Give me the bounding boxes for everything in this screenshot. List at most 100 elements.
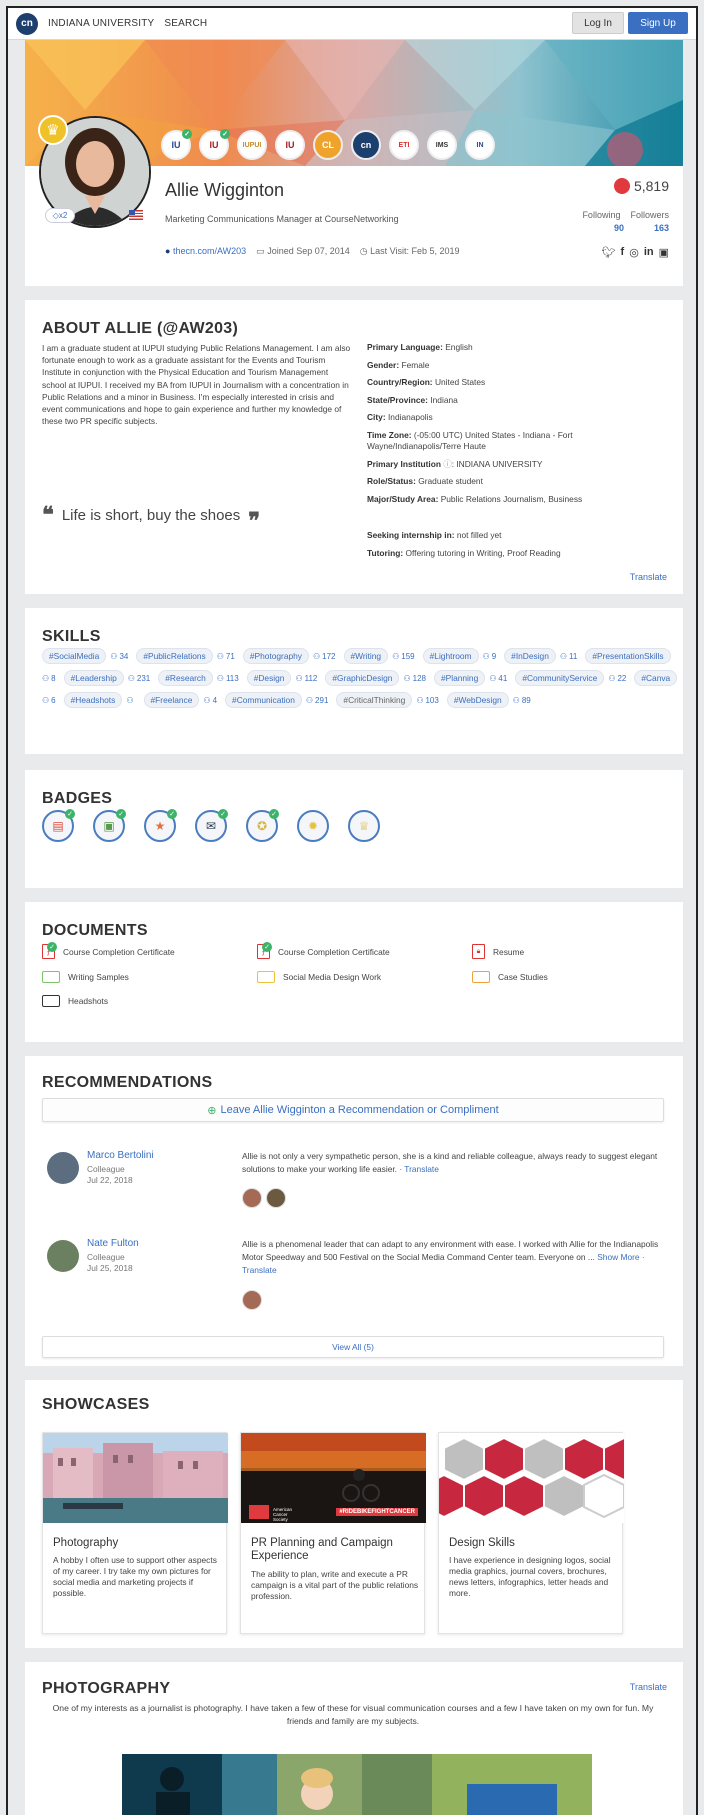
showcase-card[interactable]: Photography A hobby I often use to suppo… xyxy=(42,1432,228,1634)
skill-endorsement-count[interactable]: ⚇ 4 xyxy=(203,692,217,708)
folder-icon xyxy=(257,971,275,983)
badge-ask-post-icon[interactable]: ✉ ✓ xyxy=(195,809,228,842)
cn-link-icon: ● xyxy=(165,246,171,256)
signup-button[interactable]: Sign Up xyxy=(628,12,688,34)
avatar[interactable] xyxy=(242,1188,262,1208)
badge-wallet-icon[interactable]: ▣ ✓ xyxy=(93,809,126,842)
skill-endorsement-count[interactable]: ⚇ 89 xyxy=(513,692,531,708)
skill-endorsement-count[interactable]: ⚇ 113 xyxy=(217,670,239,686)
following-count[interactable]: 90 xyxy=(614,223,624,233)
skill-endorsement-count[interactable]: ⚇ 71 xyxy=(217,648,235,664)
photography-translate-link[interactable]: Translate xyxy=(630,1682,667,1692)
badge-certificate-icon[interactable]: ▤ ✓ xyxy=(42,809,75,842)
avatar[interactable] xyxy=(266,1188,286,1208)
joined-date: ▭ Joined Sep 07, 2014 xyxy=(256,246,350,256)
profile-url[interactable]: ● thecn.com/AW203 xyxy=(165,246,246,257)
followers-count[interactable]: 163 xyxy=(654,223,669,233)
recommender-name[interactable]: Nate Fulton xyxy=(87,1238,139,1249)
document-item[interactable]: 🔒︎ Resume xyxy=(472,944,682,959)
skill-endorsement-count[interactable]: ⚇ 8 xyxy=(42,670,56,686)
document-item[interactable]: ⨍ ✓ Course Completion Certificate xyxy=(257,942,472,959)
fact-state: State/Province: Indiana xyxy=(367,394,458,405)
skill-tag[interactable]: #PublicRelations xyxy=(136,648,213,664)
linkedin-icon[interactable]: in xyxy=(644,246,654,259)
skill-endorsement-count[interactable]: ⚇ 34 xyxy=(110,648,128,664)
skill-tag[interactable]: #WebDesign xyxy=(446,692,509,708)
avatar[interactable] xyxy=(242,1290,262,1310)
institution-icon[interactable]: IU xyxy=(275,130,305,160)
badge-trophy-star-icon[interactable]: ✪ ✓ xyxy=(246,809,279,842)
skill-tag[interactable]: #Planning xyxy=(433,670,486,686)
institution-row: IU ✓ IU ✓ IUPUI IU CL cn ETI IMS IN xyxy=(161,129,503,160)
skill-tag[interactable]: #CommunityService xyxy=(515,670,605,686)
skill-endorsement-count[interactable]: ⚇ 9 xyxy=(483,648,497,664)
blogger-icon[interactable]: ▣ xyxy=(659,246,669,259)
avatar[interactable] xyxy=(47,1152,79,1184)
cn-logo[interactable]: cn xyxy=(16,12,38,35)
recommender-name[interactable]: Marco Bertolini xyxy=(87,1150,154,1161)
skill-tag[interactable]: #Leadership xyxy=(63,670,124,686)
login-button[interactable]: Log In xyxy=(572,12,624,34)
badge-trophy-icon[interactable]: ♕ xyxy=(348,810,380,842)
skill-tag[interactable]: #Photography xyxy=(242,648,309,664)
document-item[interactable]: Headshots xyxy=(42,995,257,1007)
skill-tag[interactable]: #CriticalThinking xyxy=(336,692,413,708)
badge-wallet-star-icon[interactable]: ★ ✓ xyxy=(144,809,177,842)
instagram-icon[interactable]: ◎ xyxy=(629,246,639,259)
about-translate-link[interactable]: Translate xyxy=(630,572,667,582)
skill-tag[interactable]: #GraphicDesign xyxy=(325,670,400,686)
profile-card: ♛ ◇ x2 IU ✓ IU ✓ IUPUI IU CL cn ETI IMS IN … xyxy=(25,40,683,286)
leave-recommendation-button[interactable]: ⊕ Leave Allie Wigginton a Recommendation… xyxy=(42,1098,664,1122)
translate-link[interactable]: · Translate xyxy=(399,1164,439,1174)
info-icon[interactable]: ⓘ xyxy=(443,459,451,469)
institution-icon[interactable]: IN xyxy=(465,130,495,160)
view-all-button[interactable]: View All (5) xyxy=(42,1336,664,1358)
skill-tag[interactable]: #Headshots xyxy=(63,692,123,708)
avatar[interactable] xyxy=(47,1240,79,1272)
skill-endorsement-count[interactable]: ⚇ 6 xyxy=(42,692,56,708)
document-item[interactable]: Writing Samples xyxy=(42,971,257,983)
skill-endorsement-count[interactable]: ⚇ 159 xyxy=(392,648,415,664)
institution-icon[interactable]: IU ✓ xyxy=(199,129,230,160)
skill-tag[interactable]: #Freelance xyxy=(143,692,200,708)
document-item[interactable]: ⨍ ✓ Course Completion Certificate xyxy=(42,942,257,959)
show-more-link[interactable]: Show More xyxy=(597,1252,639,1262)
skill-endorsement-count[interactable]: ⚇ 231 xyxy=(128,670,151,686)
skill-endorsement-count[interactable]: ⚇ xyxy=(126,692,135,708)
skill-endorsement-count[interactable]: ⚇ 172 xyxy=(313,648,336,664)
nav-institution-link[interactable]: INDIANA UNIVERSITY xyxy=(48,18,154,29)
institution-icon[interactable]: CL xyxy=(313,130,343,160)
users-icon: ⚇ xyxy=(42,695,50,705)
skill-tag[interactable]: #SocialMedia xyxy=(42,648,107,664)
institution-icon[interactable]: IMS xyxy=(427,130,457,160)
skill-endorsement-count[interactable]: ⚇ 103 xyxy=(416,692,439,708)
showcase-card[interactable]: American Cancer Society #RIDEBIKEFIGHTCA… xyxy=(240,1432,426,1634)
document-item[interactable]: Social Media Design Work xyxy=(257,971,472,983)
skill-tag[interactable]: #Communication xyxy=(225,692,302,708)
skill-tag[interactable]: #InDesign xyxy=(504,648,556,664)
skill-tag[interactable]: #Writing xyxy=(343,648,389,664)
skill-endorsement-count[interactable]: ⚇ 22 xyxy=(608,670,626,686)
institution-icon[interactable]: IUPUI xyxy=(237,130,267,160)
skill-tag[interactable]: #Design xyxy=(246,670,292,686)
facebook-icon[interactable]: f xyxy=(621,246,625,259)
skill-endorsement-count[interactable]: ⚇ 291 xyxy=(306,692,329,708)
skill-tag[interactable]: #Research xyxy=(158,670,213,686)
skill-tag[interactable]: #PresentationSkills xyxy=(585,648,671,664)
photo-gallery-image[interactable] xyxy=(122,1754,592,1815)
skill-endorsement-count[interactable]: ⚇ 11 xyxy=(560,648,577,664)
skill-tag[interactable]: #Lightroom xyxy=(422,648,479,664)
skill-endorsement-count[interactable]: ⚇ 128 xyxy=(403,670,426,686)
skill-endorsement-count[interactable]: ⚇ 112 xyxy=(295,670,317,686)
skill-endorsement-count[interactable]: ⚇ 41 xyxy=(489,670,507,686)
nav-search-link[interactable]: SEARCH xyxy=(164,18,207,29)
institution-icon[interactable]: cn xyxy=(351,130,381,160)
document-item[interactable]: Case Studies xyxy=(472,971,682,983)
showcase-card[interactable]: Design Skills I have experience in desig… xyxy=(438,1432,624,1634)
top-nav: cn INDIANA UNIVERSITY SEARCH Log In Sign… xyxy=(8,8,696,40)
institution-icon[interactable]: ETI xyxy=(389,130,419,160)
skill-tag[interactable]: #Canva xyxy=(634,670,678,686)
twitter-icon[interactable]: 🐦︎ xyxy=(602,246,616,259)
badge-lightbulb-icon[interactable]: ✹ xyxy=(297,810,329,842)
institution-icon[interactable]: IU ✓ xyxy=(161,129,192,160)
